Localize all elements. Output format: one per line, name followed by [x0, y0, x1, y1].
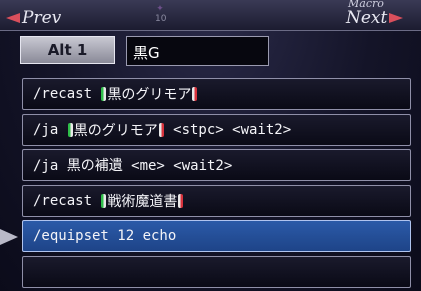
- line-text: /ja 黒の補遺 <me> <wait2>: [33, 158, 233, 174]
- line-prefix: /recast: [33, 192, 101, 209]
- emblem-number: 10: [155, 14, 167, 24]
- auto-translate-open-icon: [101, 87, 107, 101]
- emblem-icon: ✦: [156, 0, 164, 14]
- prev-arrow-icon: [6, 13, 20, 23]
- auto-translate-term: 黒のグリモア: [107, 87, 192, 103]
- macro-name-field[interactable]: 黒G: [126, 36, 269, 66]
- auto-translate-term: 黒のグリモア: [73, 122, 158, 139]
- macro-line-3[interactable]: /ja 黒の補遺 <me> <wait2>: [22, 149, 411, 181]
- line-cursor-icon: [0, 229, 18, 245]
- alt-set-button[interactable]: Alt 1: [20, 36, 115, 64]
- auto-translate-open-icon: [67, 122, 73, 137]
- line-suffix: <stpc> <wait2>: [164, 121, 292, 138]
- auto-translate-close-icon: [178, 193, 184, 208]
- auto-translate-close-icon: [158, 122, 164, 137]
- line-prefix: /ja: [33, 121, 67, 138]
- macro-line-5[interactable]: /equipset 12 echo: [22, 220, 411, 252]
- line-text: /equipset 12 echo: [33, 228, 177, 244]
- next-button[interactable]: Next: [346, 8, 404, 28]
- next-label: Next: [346, 8, 388, 28]
- prev-label: Prev: [22, 8, 62, 28]
- macro-line-list: /recast 黒のグリモア /ja 黒のグリモア <stpc> <wait2>…: [22, 78, 411, 291]
- auto-translate-open-icon: [101, 193, 107, 208]
- macro-header-bar: Macro ✦ 10 Prev Next: [0, 0, 421, 31]
- auto-translate-close-icon: [192, 87, 198, 101]
- next-arrow-icon: [389, 13, 404, 23]
- macro-line-2[interactable]: /ja 黒のグリモア <stpc> <wait2>: [22, 113, 411, 146]
- auto-translate-term: 戦術魔道書: [107, 193, 178, 210]
- macro-line-6[interactable]: [22, 255, 411, 288]
- macro-line-1[interactable]: /recast 黒のグリモア: [22, 78, 411, 110]
- macro-line-4[interactable]: /recast 戦術魔道書: [22, 184, 411, 217]
- prev-button[interactable]: Prev: [6, 8, 61, 28]
- line-prefix: /recast: [33, 86, 101, 102]
